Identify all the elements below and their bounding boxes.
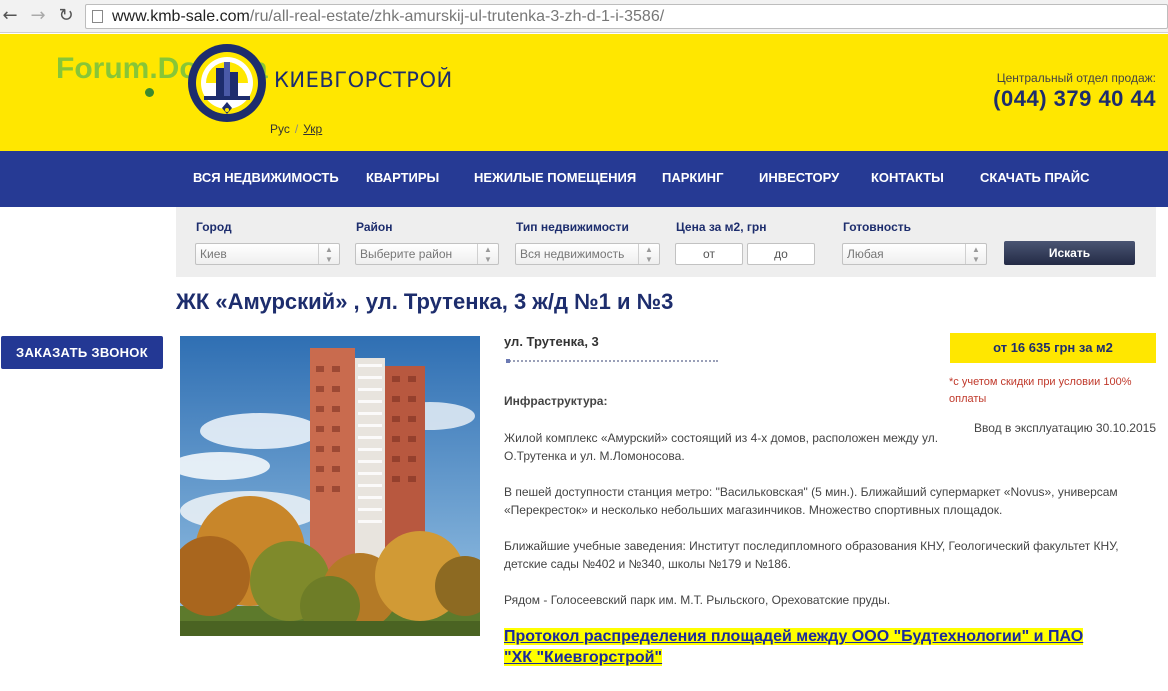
menu-item-parking[interactable]: ПАРКИНГ — [662, 170, 723, 185]
price-to-input[interactable]: до — [747, 243, 815, 265]
readiness-select-value: Любая — [847, 247, 884, 261]
protocol-link[interactable]: Протокол распределения площадей между ОО… — [504, 628, 1084, 666]
building-photo[interactable] — [180, 336, 480, 636]
lang-separator: / — [294, 122, 299, 136]
description-paragraph-1: Жилой комплекс «Амурский» состоящий из 4… — [504, 431, 939, 463]
city-label: Город — [196, 220, 232, 234]
browser-toolbar: ← → ↻ www.kmb-sale.com/ru/all-real-estat… — [0, 0, 1168, 33]
menu-item-apartments[interactable]: КВАРТИРЫ — [366, 170, 439, 185]
type-select[interactable]: Вся недвижимость ▲ ▼ — [515, 243, 660, 265]
back-arrow-icon[interactable]: ← — [0, 6, 20, 26]
district-select[interactable]: Выберите район ▲ ▼ — [355, 243, 499, 265]
type-label: Тип недвижимости — [516, 220, 629, 234]
url-path: /ru/all-real-estate/zhk-amurskij-ul-trut… — [249, 8, 665, 25]
site-header: Forum.Dom.ua КИЕВГОРСТРОЙ Рус / Укр Центра… — [0, 34, 1168, 151]
page-title: ЖК «Амурский» , ул. Трутенка, 3 ж/д №1 и… — [176, 289, 674, 314]
menu-item-download-price[interactable]: СКАЧАТЬ ПРАЙС — [980, 170, 1089, 185]
sales-label: Центральный отдел продаж: — [996, 71, 1156, 85]
lang-ru[interactable]: Рус — [270, 122, 290, 136]
kievgorstroy-logo[interactable] — [186, 42, 268, 124]
watermark-dot — [145, 88, 154, 97]
infrastructure-heading: Инфраструктура: — [504, 394, 608, 408]
price-label: Цена за м2, грн — [676, 220, 767, 234]
description-paragraph-3: Ближайшие учебные заведения: Институт по… — [504, 539, 1119, 571]
select-arrows-icon: ▲ ▼ — [965, 244, 986, 264]
discount-note: *с учетом скидки при условии 100% оплаты — [949, 376, 1132, 405]
sales-phone[interactable]: (044) 379 40 44 — [993, 86, 1156, 112]
brand-name: КИЕВГОРСТРОЙ — [274, 68, 453, 92]
type-select-value: Вся недвижимость — [520, 247, 625, 261]
reload-icon[interactable]: ↻ — [56, 6, 76, 26]
menu-item-contacts[interactable]: КОНТАКТЫ — [871, 170, 944, 185]
address-bar[interactable]: www.kmb-sale.com/ru/all-real-estate/zhk-… — [85, 4, 1168, 29]
district-select-value: Выберите район — [360, 247, 453, 261]
search-filter: Город Киев ▲ ▼ Район Выберите район ▲ ▼ Ти… — [176, 207, 1156, 277]
district-label: Район — [356, 220, 393, 234]
language-switcher: Рус / Укр — [270, 122, 322, 136]
select-arrows-icon: ▲ ▼ — [318, 244, 339, 264]
select-arrows-icon: ▲ ▼ — [477, 244, 498, 264]
select-arrows-icon: ▲ ▼ — [638, 244, 659, 264]
description-paragraph-2: В пешей доступности станция метро: "Васи… — [504, 485, 1118, 517]
address: ул. Трутенка, 3 — [504, 334, 599, 349]
price-badge: от 16 635 грн за м2 — [950, 333, 1156, 363]
page-icon — [92, 10, 103, 23]
search-button[interactable]: Искать — [1004, 241, 1135, 265]
main-menu: ВСЯ НЕДВИЖИМОСТЬ КВАРТИРЫ НЕЖИЛЫЕ ПОМЕЩЕ… — [0, 151, 1168, 207]
menu-item-investor[interactable]: ИНВЕСТОРУ — [759, 170, 839, 185]
forward-arrow-icon[interactable]: → — [28, 6, 48, 26]
description-paragraph-4: Рядом - Голосеевский парк им. М.Т. Рыльс… — [504, 593, 891, 607]
readiness-select[interactable]: Любая ▲ ▼ — [842, 243, 987, 265]
address-divider — [506, 358, 718, 363]
city-select[interactable]: Киев ▲ ▼ — [195, 243, 340, 265]
menu-item-all-real-estate[interactable]: ВСЯ НЕДВИЖИМОСТЬ — [193, 170, 339, 185]
url-host: www.kmb-sale.com — [112, 8, 250, 25]
city-select-value: Киев — [200, 247, 227, 261]
price-from-input[interactable]: от — [675, 243, 743, 265]
commission-date: Ввод в эксплуатацию 30.10.2015 — [974, 421, 1156, 435]
readiness-label: Готовность — [843, 220, 912, 234]
menu-item-commercial[interactable]: НЕЖИЛЫЕ ПОМЕЩЕНИЯ — [474, 170, 636, 185]
url-text[interactable]: www.kmb-sale.com/ru/all-real-estate/zhk-… — [112, 8, 664, 26]
lang-uk[interactable]: Укр — [303, 122, 322, 136]
protocol-link-container: Протокол распределения площадей между ОО… — [504, 626, 1094, 668]
order-call-button[interactable]: ЗАКАЗАТЬ ЗВОНОК — [1, 336, 163, 369]
